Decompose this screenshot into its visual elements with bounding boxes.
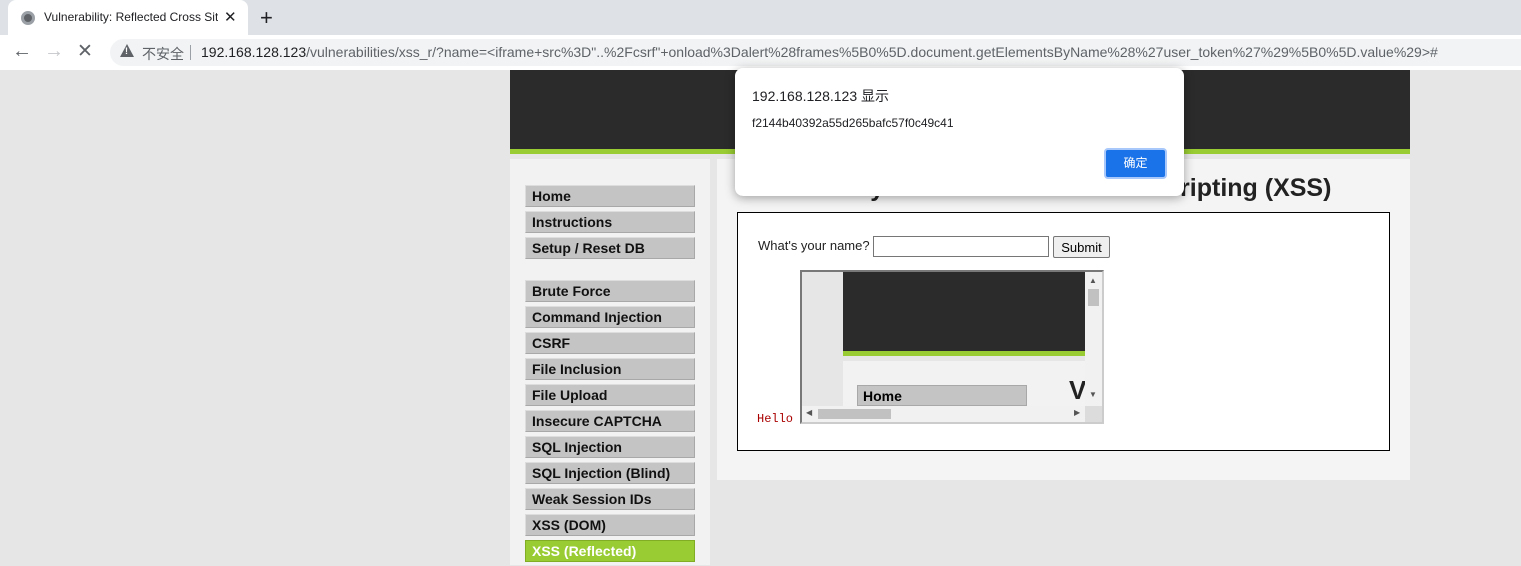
scroll-right-icon[interactable]: ▶	[1074, 408, 1080, 417]
dialog-message: f2144b40392a55d265bafc57f0c49c41	[752, 116, 954, 130]
browser-tab[interactable]: Vulnerability: Reflected Cross Site Scri…	[8, 0, 248, 35]
divider	[190, 45, 191, 60]
tab-title: Vulnerability: Reflected Cross Site Scri…	[44, 10, 218, 24]
sidebar-item-insecure-captcha[interactable]: Insecure CAPTCHA	[525, 410, 695, 432]
url-text[interactable]: 192.168.128.123/vulnerabilities/xss_r/?n…	[201, 44, 1438, 60]
sidebar-item-home[interactable]: Home	[525, 185, 695, 207]
sidebar-item-weak-session-ids[interactable]: Weak Session IDs	[525, 488, 695, 510]
favicon-icon	[21, 11, 35, 25]
dialog-title: 192.168.128.123 显示	[752, 88, 889, 104]
iframe-header	[843, 272, 1085, 356]
address-bar[interactable]: 不安全 192.168.128.123/vulnerabilities/xss_…	[110, 39, 1521, 66]
submit-button[interactable]: Submit	[1053, 236, 1110, 258]
name-input[interactable]	[873, 236, 1049, 257]
sidebar-item-setup[interactable]: Setup / Reset DB	[525, 237, 695, 259]
main-content: Vulnerability: Reflected Cross Site Scri…	[717, 159, 1410, 480]
sidebar-item-sql-injection[interactable]: SQL Injection	[525, 436, 695, 458]
vertical-scroll-thumb[interactable]	[1088, 289, 1099, 306]
vertical-scrollbar[interactable]: ▲ ▼	[1085, 272, 1102, 406]
sidebar-item-csrf[interactable]: CSRF	[525, 332, 695, 354]
hello-output: Hello	[757, 412, 794, 426]
tab-strip: Vulnerability: Reflected Cross Site Scri…	[0, 0, 1521, 35]
horizontal-scroll-thumb[interactable]	[818, 409, 891, 419]
vulnerable-code-area: What's your name? Submit Home V ▲ ▼ ◀ ▶	[737, 212, 1390, 451]
scrollbar-corner	[1085, 406, 1102, 422]
ok-button[interactable]: 确定	[1104, 148, 1167, 179]
iframe-page-title: V	[1069, 375, 1087, 405]
sidebar-item-file-inclusion[interactable]: File Inclusion	[525, 358, 695, 380]
stop-icon[interactable]: ✕	[77, 40, 93, 63]
sidebar-item-brute-force[interactable]: Brute Force	[525, 280, 695, 302]
sidebar-item-file-upload[interactable]: File Upload	[525, 384, 695, 406]
sidebar-item-instructions[interactable]: Instructions	[525, 211, 695, 233]
name-prompt-label: What's your name?	[758, 238, 870, 253]
iframe-sidebar-item-home[interactable]: Home	[857, 385, 1027, 406]
url-path: /vulnerabilities/xss_r/?name=<iframe+src…	[306, 44, 1438, 60]
browser-toolbar: ← → ✕ 不安全 192.168.128.123/vulnerabilitie…	[0, 35, 1521, 70]
alert-dialog: 192.168.128.123 显示 f2144b40392a55d265baf…	[735, 68, 1184, 196]
injected-iframe[interactable]: Home V ▲ ▼ ◀ ▶	[800, 270, 1104, 424]
iframe-sidebar: Home V	[843, 361, 1087, 406]
menu-group-main: Home Instructions Setup / Reset DB	[525, 185, 695, 263]
horizontal-scrollbar[interactable]: ◀ ▶	[802, 406, 1085, 422]
back-arrow-icon[interactable]: ←	[12, 40, 32, 63]
scroll-down-icon[interactable]: ▼	[1089, 390, 1097, 399]
security-label[interactable]: 不安全	[142, 44, 184, 64]
menu-group-vulnerabilities: Brute Force Command Injection CSRF File …	[525, 280, 695, 566]
sidebar: Home Instructions Setup / Reset DB Brute…	[510, 159, 710, 565]
sidebar-item-sql-injection-blind[interactable]: SQL Injection (Blind)	[525, 462, 695, 484]
plus-icon[interactable]: +	[260, 5, 273, 31]
sidebar-item-xss-reflected[interactable]: XSS (Reflected)	[525, 540, 695, 562]
close-icon[interactable]: ✕	[224, 8, 237, 26]
forward-arrow-icon[interactable]: →	[44, 40, 64, 63]
scroll-left-icon[interactable]: ◀	[806, 408, 812, 417]
scroll-up-icon[interactable]: ▲	[1089, 276, 1097, 285]
url-host: 192.168.128.123	[201, 44, 307, 60]
warning-icon[interactable]	[120, 44, 134, 57]
sidebar-item-xss-dom[interactable]: XSS (DOM)	[525, 514, 695, 536]
sidebar-item-command-injection[interactable]: Command Injection	[525, 306, 695, 328]
